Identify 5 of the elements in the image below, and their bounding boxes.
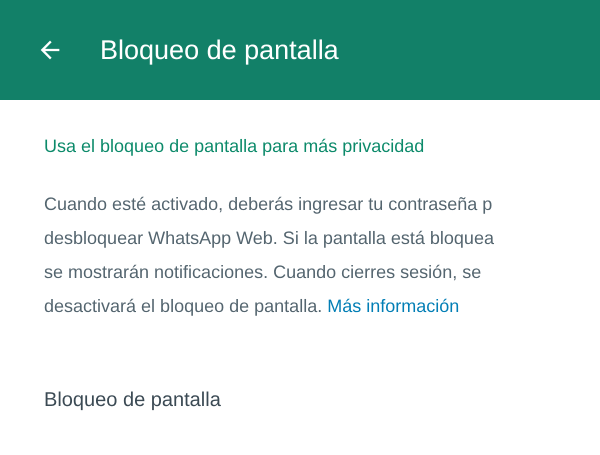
description-text: Cuando esté activado, deberás ingresar tu contraseña p desbloquear WhatsApp Web. Si la pantalla está bloquea se mostrarán notificaciones. Cuando cierres sesión, se desactivará el bloqueo de pantalla. Más información xyxy=(44,193,495,318)
section-subtitle: Usa el bloqueo de pantalla para más privacidad xyxy=(44,136,426,157)
setting-label[interactable]: Bloqueo de pantalla xyxy=(44,389,600,412)
page-title: Bloqueo de pantalla xyxy=(100,34,339,66)
more-info-link[interactable]: Más información xyxy=(327,296,460,316)
